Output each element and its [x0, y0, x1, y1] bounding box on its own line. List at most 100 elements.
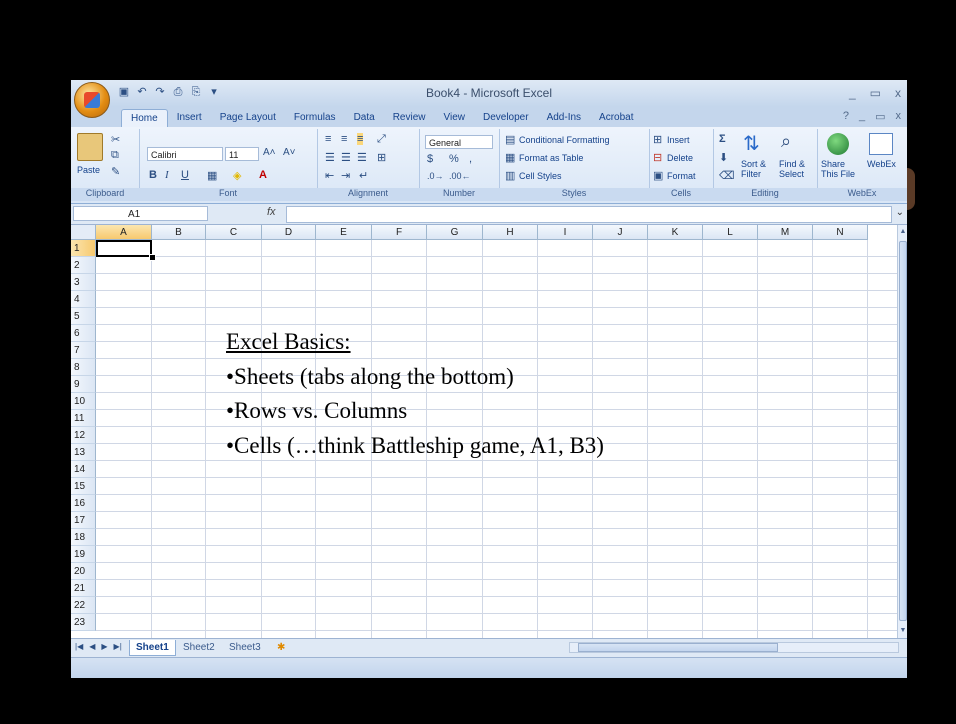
font-color-icon[interactable]: A	[259, 169, 267, 181]
sort-filter-button[interactable]: Sort &	[741, 159, 766, 169]
decrease-decimal-icon[interactable]: .00←	[449, 171, 471, 181]
paste-button[interactable]: Paste	[77, 165, 100, 175]
row-header-13[interactable]: 13	[71, 444, 96, 461]
sort-filter-button-line2[interactable]: Filter	[741, 169, 761, 179]
row-header-2[interactable]: 2	[71, 257, 96, 274]
italic-button[interactable]: I	[165, 169, 169, 181]
align-top-icon[interactable]: ≡	[325, 133, 331, 145]
workbook-restore-button[interactable]: ▭	[875, 110, 885, 123]
increase-decimal-icon[interactable]: .0→	[427, 171, 444, 181]
insert-sheet-icon[interactable]: ✱	[271, 640, 291, 655]
tab-add-ins[interactable]: Add-Ins	[538, 109, 590, 127]
last-sheet-icon[interactable]: ▶|	[114, 642, 122, 651]
tab-page-layout[interactable]: Page Layout	[211, 109, 285, 127]
tab-acrobat[interactable]: Acrobat	[590, 109, 642, 127]
column-header-n[interactable]: N	[813, 225, 868, 240]
workbook-close-button[interactable]: x	[896, 110, 902, 123]
share-this-file-button-line2[interactable]: This File	[821, 169, 855, 179]
tab-formulas[interactable]: Formulas	[285, 109, 345, 127]
merge-center-icon[interactable]: ⊞	[377, 151, 386, 164]
first-sheet-icon[interactable]: |◀	[75, 642, 83, 651]
row-header-10[interactable]: 10	[71, 393, 96, 410]
fill-icon[interactable]: ⬇	[719, 151, 728, 164]
row-header-18[interactable]: 18	[71, 529, 96, 546]
row-header-12[interactable]: 12	[71, 427, 96, 444]
column-header-j[interactable]: J	[593, 225, 648, 240]
select-all-button[interactable]	[71, 225, 96, 240]
conditional-formatting-button[interactable]: Conditional Formatting	[519, 135, 610, 145]
column-header-d[interactable]: D	[262, 225, 316, 240]
insert-button[interactable]: Insert	[667, 135, 690, 145]
delete-button[interactable]: Delete	[667, 153, 693, 163]
copy-icon[interactable]: ⧉	[111, 149, 119, 162]
clear-icon[interactable]: ⌫	[719, 169, 735, 182]
row-header-4[interactable]: 4	[71, 291, 96, 308]
name-box[interactable]: A1	[73, 206, 208, 221]
scroll-down-icon[interactable]: ▼	[898, 626, 907, 636]
sheet-tab-sheet1[interactable]: Sheet1	[129, 640, 176, 656]
expand-formula-bar-icon[interactable]: ⌄	[896, 207, 904, 218]
column-header-k[interactable]: K	[648, 225, 703, 240]
vertical-scrollbar[interactable]: ▲ ▼	[897, 225, 907, 638]
format-as-table-button[interactable]: Format as Table	[519, 153, 583, 163]
format-painter-icon[interactable]: ✎	[111, 165, 120, 178]
maximize-button[interactable]: ▭	[870, 86, 881, 100]
office-button[interactable]	[74, 82, 110, 118]
number-format-select[interactable]: General	[425, 135, 493, 149]
tab-developer[interactable]: Developer	[474, 109, 538, 127]
row-header-7[interactable]: 7	[71, 342, 96, 359]
cell-styles-button[interactable]: Cell Styles	[519, 171, 562, 181]
shrink-font-icon[interactable]: A˅	[283, 147, 296, 158]
fill-color-icon[interactable]: ◈	[233, 169, 241, 182]
borders-icon[interactable]: ▦	[207, 169, 217, 182]
percent-button[interactable]: %	[449, 153, 459, 165]
sheet-tab-sheet2[interactable]: Sheet2	[177, 640, 221, 655]
align-center-icon[interactable]: ☰	[341, 151, 351, 164]
row-header-11[interactable]: 11	[71, 410, 96, 427]
paste-icon[interactable]	[77, 133, 103, 161]
row-header-16[interactable]: 16	[71, 495, 96, 512]
column-header-g[interactable]: G	[427, 225, 483, 240]
format-button[interactable]: Format	[667, 171, 696, 181]
align-left-icon[interactable]: ☰	[325, 151, 335, 164]
find-select-button-line2[interactable]: Select	[779, 169, 804, 179]
active-cell-a1[interactable]	[96, 240, 152, 257]
column-header-f[interactable]: F	[372, 225, 427, 240]
autosum-button[interactable]: Σ	[719, 133, 726, 145]
horizontal-scroll-thumb[interactable]	[578, 643, 778, 652]
find-select-button[interactable]: Find &	[779, 159, 805, 169]
underline-button[interactable]: U	[181, 169, 189, 181]
column-header-m[interactable]: M	[758, 225, 813, 240]
insert-function-icon[interactable]: fx	[267, 206, 276, 218]
currency-button[interactable]: $	[427, 153, 433, 165]
row-header-20[interactable]: 20	[71, 563, 96, 580]
column-header-e[interactable]: E	[316, 225, 372, 240]
tab-view[interactable]: View	[434, 109, 474, 127]
font-size-select[interactable]: 11	[225, 147, 259, 161]
align-right-icon[interactable]: ☰	[357, 151, 367, 164]
row-header-15[interactable]: 15	[71, 478, 96, 495]
share-this-file-button[interactable]: Share	[821, 159, 845, 169]
bold-button[interactable]: B	[149, 169, 157, 181]
grow-font-icon[interactable]: A˄	[263, 147, 276, 158]
column-header-a[interactable]: A	[96, 225, 152, 240]
vertical-scroll-thumb[interactable]	[899, 241, 907, 621]
row-header-5[interactable]: 5	[71, 308, 96, 325]
horizontal-scrollbar[interactable]	[569, 642, 899, 653]
webex-button[interactable]: WebEx	[867, 159, 896, 169]
row-header-8[interactable]: 8	[71, 359, 96, 376]
cut-icon[interactable]: ✂	[111, 133, 120, 146]
row-header-3[interactable]: 3	[71, 274, 96, 291]
help-button[interactable]: ?	[843, 110, 849, 123]
row-header-21[interactable]: 21	[71, 580, 96, 597]
column-header-h[interactable]: H	[483, 225, 538, 240]
row-header-23[interactable]: 23	[71, 614, 96, 631]
align-middle-icon[interactable]: ≡	[341, 133, 347, 145]
tab-data[interactable]: Data	[345, 109, 384, 127]
row-header-6[interactable]: 6	[71, 325, 96, 342]
font-family-select[interactable]: Calibri	[147, 147, 223, 161]
row-header-17[interactable]: 17	[71, 512, 96, 529]
column-header-b[interactable]: B	[152, 225, 206, 240]
column-header-l[interactable]: L	[703, 225, 758, 240]
minimize-button[interactable]: _	[849, 86, 856, 100]
